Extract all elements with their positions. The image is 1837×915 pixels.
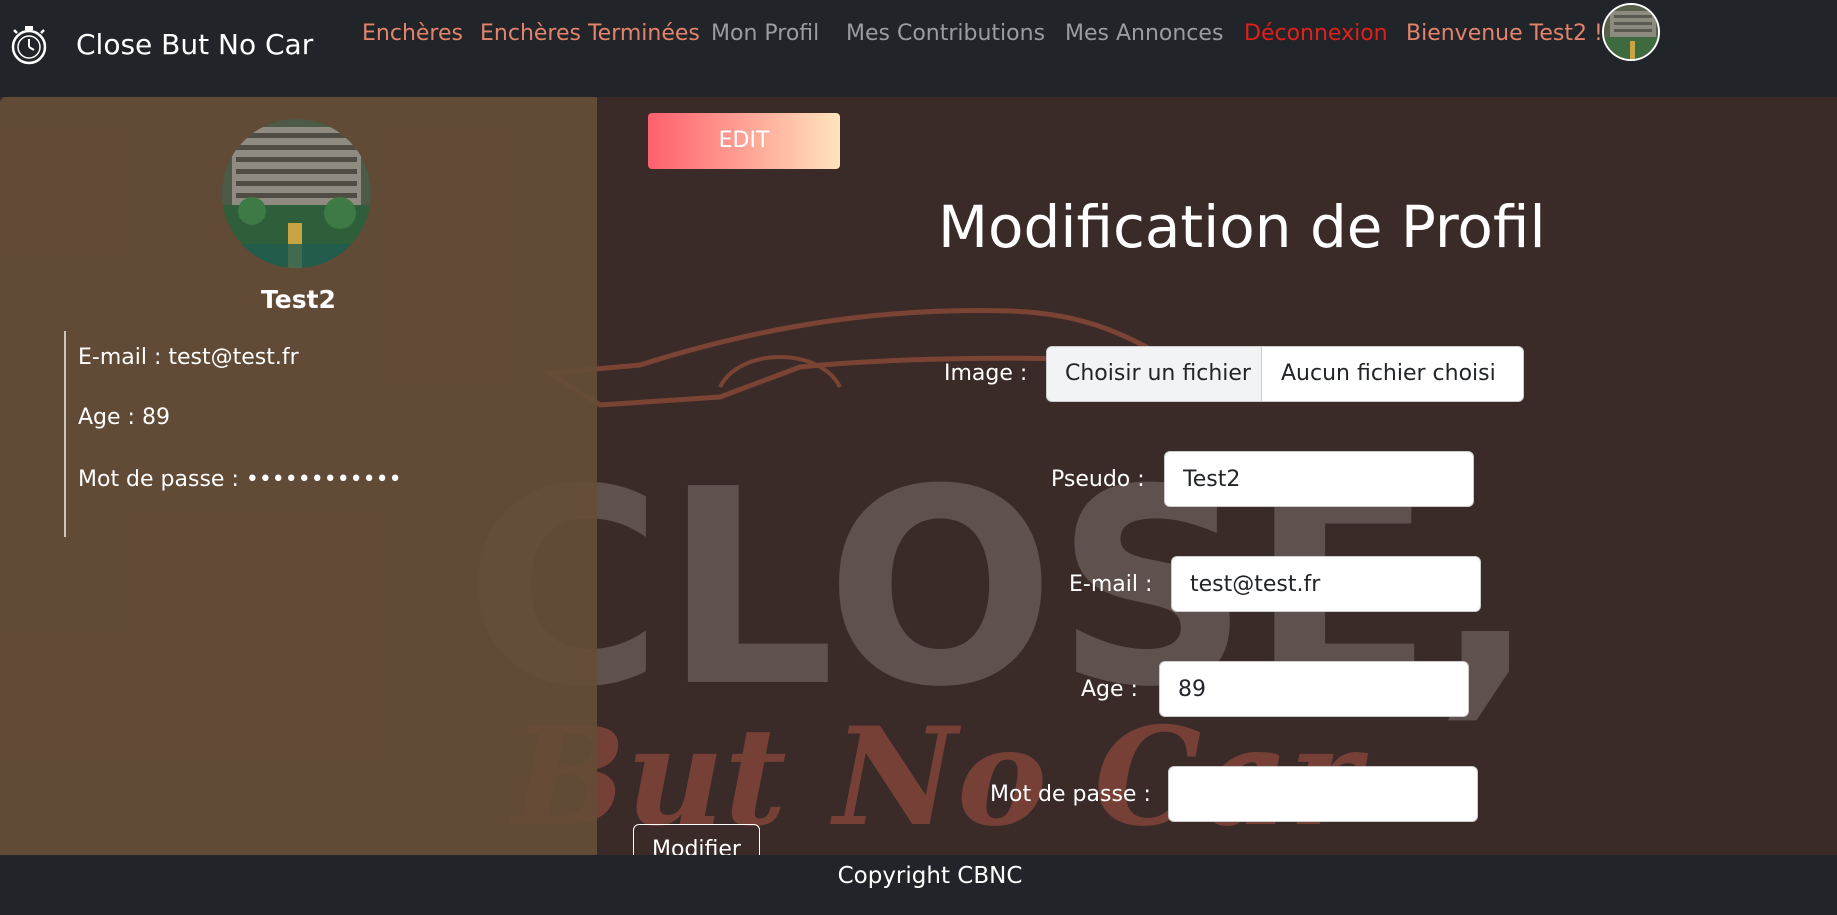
profile-password: Mot de passe : •••••••••••• — [78, 467, 402, 492]
email-label: E-mail : — [1069, 572, 1153, 597]
nav-encheres-terminees[interactable]: Enchères Terminées — [480, 21, 700, 46]
profile-avatar — [222, 119, 371, 268]
navbar: Close But No Car Enchères Enchères Termi… — [0, 0, 1837, 97]
stopwatch-icon[interactable] — [8, 24, 50, 66]
nav-encheres[interactable]: Enchères — [362, 21, 463, 46]
nav-mon-profil[interactable]: Mon Profil — [711, 21, 819, 46]
choose-file-button[interactable]: Choisir un fichier — [1047, 347, 1262, 401]
image-file-input[interactable]: Choisir un fichier Aucun fichier choisi — [1046, 346, 1524, 402]
copyright-text: Copyright CBNC — [837, 863, 1023, 889]
modify-button[interactable]: Modifier — [633, 824, 760, 855]
main-content: CLOSE, But No Car Test2 E-mail : test@te… — [0, 97, 1837, 855]
image-label: Image : — [944, 361, 1028, 386]
file-status: Aucun fichier choisi — [1281, 361, 1496, 386]
page-title: Modification de Profil — [938, 193, 1546, 261]
nav-welcome[interactable]: Bienvenue Test2 ! — [1406, 21, 1603, 46]
profile-name: Test2 — [261, 285, 336, 314]
nav-deconnexion[interactable]: Déconnexion — [1244, 21, 1388, 46]
brand-name[interactable]: Close But No Car — [76, 28, 313, 61]
footer: Copyright CBNC — [0, 855, 1837, 915]
profile-age: Age : 89 — [78, 405, 170, 430]
pseudo-input[interactable] — [1164, 451, 1474, 507]
user-avatar[interactable] — [1602, 3, 1660, 61]
nav-mes-annonces[interactable]: Mes Annonces — [1065, 21, 1223, 46]
edit-button[interactable]: EDIT — [648, 113, 840, 169]
age-input[interactable] — [1159, 661, 1469, 717]
email-input[interactable] — [1171, 556, 1481, 612]
profile-info: E-mail : test@test.fr Age : 89 Mot de pa… — [64, 331, 464, 537]
nav-mes-contributions[interactable]: Mes Contributions — [846, 21, 1045, 46]
profile-sidebar: Test2 E-mail : test@test.fr Age : 89 Mot… — [0, 97, 597, 855]
password-label: Mot de passe : — [990, 782, 1151, 807]
age-label: Age : — [1081, 677, 1138, 702]
profile-email: E-mail : test@test.fr — [78, 345, 299, 370]
pseudo-label: Pseudo : — [1051, 467, 1145, 492]
password-input[interactable] — [1168, 766, 1478, 822]
